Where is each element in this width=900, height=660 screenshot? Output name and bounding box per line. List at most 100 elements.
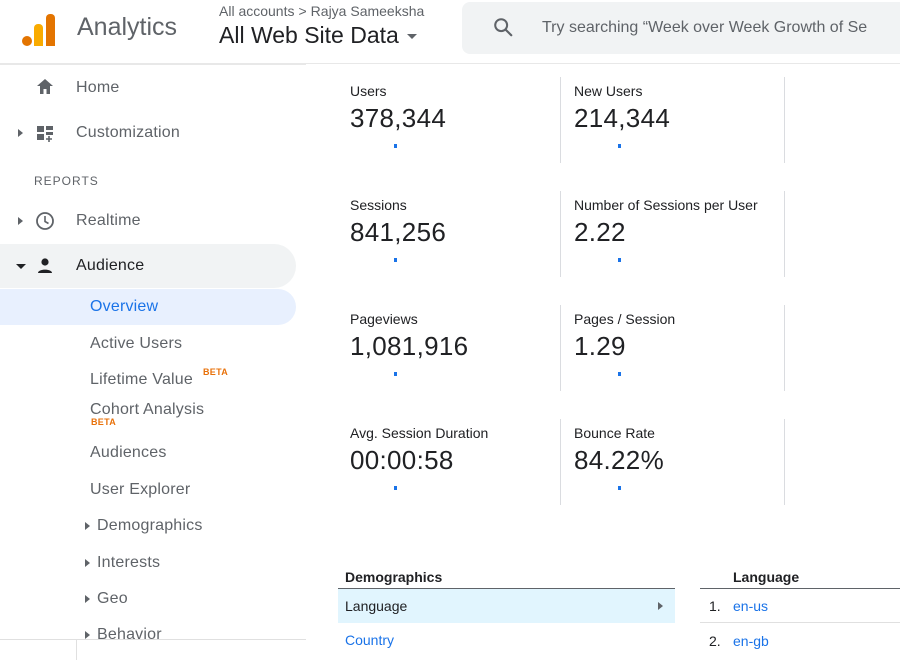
sidebar-item-interests[interactable]: Interests	[0, 545, 296, 581]
caret-down-icon	[406, 34, 417, 40]
search-icon	[494, 18, 513, 37]
sidebar-item-label: User Explorer	[90, 481, 191, 498]
sidebar-footer	[0, 639, 306, 660]
metric-sessions[interactable]: Sessions 841,256	[338, 191, 562, 283]
analytics-logo-icon[interactable]	[22, 12, 56, 46]
metric-value: 00:00:58	[350, 445, 454, 475]
sidebar-item-realtime[interactable]: Realtime	[0, 199, 296, 243]
sidebar-item-geo[interactable]: Geo	[0, 581, 296, 617]
sidebar-item-user-explorer[interactable]: User Explorer	[0, 472, 296, 508]
property-name: All Web Site Data	[219, 22, 399, 48]
sidebar-item-label: Overview	[90, 298, 159, 315]
sidebar-item-label: Home	[76, 79, 120, 96]
metric-bounce-rate[interactable]: Bounce Rate 84.22%	[562, 419, 786, 511]
expand-arrow-icon[interactable]	[85, 522, 90, 530]
beta-badge: BETA	[91, 417, 117, 427]
collapse-arrow-icon[interactable]	[16, 264, 26, 269]
metric-avg-session-duration[interactable]: Avg. Session Duration 00:00:58	[338, 419, 562, 511]
sidebar-item-label: Audiences	[90, 444, 167, 461]
metric-name: Number of Sessions per User	[574, 197, 758, 213]
sidebar-item-overview[interactable]: Overview	[0, 289, 296, 325]
sparkline	[618, 486, 621, 490]
sidebar-item-audience[interactable]: Audience	[0, 244, 296, 288]
sidebar-item-label: Interests	[97, 554, 161, 571]
sidebar-item-label: Active Users	[90, 335, 183, 352]
expand-arrow-icon[interactable]	[85, 631, 90, 639]
metric-pages-per-session[interactable]: Pages / Session 1.29	[562, 305, 786, 397]
table-row: 2. en-gb	[700, 624, 900, 658]
sidebar-item-customization[interactable]: Customization	[0, 111, 296, 155]
sidebar-item-audiences[interactable]: Audiences	[0, 435, 296, 471]
metric-value: 1.29	[574, 331, 626, 361]
breadcrumb-item-accounts[interactable]: All accounts	[219, 3, 294, 19]
divider	[560, 305, 561, 391]
breadcrumb-separator: >	[298, 3, 307, 19]
expand-arrow-icon[interactable]	[18, 217, 23, 225]
sidebar-item-label: Customization	[76, 124, 180, 141]
metric-users[interactable]: Users 378,344	[338, 77, 562, 169]
sidebar-item-label: Lifetime Value	[90, 371, 194, 388]
row-number: 2.	[709, 633, 721, 649]
metric-name: Pageviews	[350, 311, 418, 327]
search-input[interactable]: Try searching “Week over Week Growth of …	[542, 19, 900, 37]
metric-new-users[interactable]: New Users 214,344	[562, 77, 786, 169]
metric-name: Users	[350, 83, 387, 99]
metric-sessions-per-user[interactable]: Number of Sessions per User 2.22	[562, 191, 786, 283]
sidebar-item-label: Geo	[97, 590, 128, 607]
expand-arrow-icon[interactable]	[85, 559, 90, 567]
person-icon	[38, 258, 52, 273]
home-icon	[37, 79, 53, 94]
metric-name: Sessions	[350, 197, 407, 213]
expand-arrow-icon[interactable]	[18, 129, 23, 137]
app-name: Analytics	[77, 13, 178, 41]
metric-pageviews[interactable]: Pageviews 1,081,916	[338, 305, 562, 397]
sidebar-item-home[interactable]: Home	[0, 66, 296, 110]
sidebar: Home Customization REPORTS Realtime Audi…	[0, 64, 306, 660]
sidebar-item-label: Realtime	[76, 212, 141, 229]
row-label: Language	[345, 598, 408, 614]
metric-value: 2.22	[574, 217, 626, 247]
sparkline	[618, 258, 621, 262]
sparkline	[394, 372, 397, 376]
breadcrumb[interactable]: All accounts > Rajya Sameeksha	[219, 3, 424, 19]
expand-arrow-icon[interactable]	[85, 595, 90, 603]
row-number: 1.	[709, 598, 721, 614]
sidebar-item-label: Behavior	[97, 626, 162, 639]
sparkline	[394, 486, 397, 490]
sidebar-item-demographics[interactable]: Demographics	[0, 508, 296, 544]
divider	[784, 305, 785, 391]
reports-section-label: REPORTS	[34, 174, 99, 188]
language-link[interactable]: en-us	[733, 598, 768, 614]
metric-name: Pages / Session	[574, 311, 676, 327]
sparkline	[394, 258, 397, 262]
sparkline	[618, 144, 621, 148]
divider	[76, 640, 77, 660]
demographics-row-language[interactable]: Language	[338, 589, 675, 623]
sidebar-item-active-users[interactable]: Active Users	[0, 326, 296, 362]
row-label[interactable]: Country	[345, 632, 394, 648]
sidebar-item-behavior[interactable]: Behavior	[0, 617, 296, 639]
sidebar-item-label: Demographics	[97, 517, 203, 534]
table-row: 1. en-us	[700, 589, 900, 623]
search-bar[interactable]: Try searching “Week over Week Growth of …	[462, 2, 900, 54]
divider	[784, 191, 785, 277]
metric-value: 841,256	[350, 217, 447, 247]
metric-name: Avg. Session Duration	[350, 425, 489, 441]
language-heading: Language	[733, 569, 800, 585]
breadcrumb-item-account[interactable]: Rajya Sameeksha	[311, 3, 425, 19]
sparkline	[618, 372, 621, 376]
clock-icon	[36, 212, 54, 230]
sidebar-item-cohort-analysis[interactable]: Cohort Analysis BETA	[0, 392, 296, 428]
sparkline	[394, 144, 397, 148]
beta-badge: BETA	[203, 367, 229, 377]
metric-value: 84.22%	[574, 445, 664, 475]
metric-name: Bounce Rate	[574, 425, 655, 441]
property-selector[interactable]: All Web Site Data	[219, 22, 417, 49]
sidebar-item-label: Audience	[76, 257, 145, 274]
divider	[784, 77, 785, 163]
divider	[560, 419, 561, 505]
chevron-right-icon	[658, 602, 663, 610]
language-link[interactable]: en-gb	[733, 633, 769, 649]
demographics-row-country[interactable]: Country	[338, 623, 675, 657]
top-header: Analytics All accounts > Rajya Sameeksha A…	[0, 0, 900, 64]
